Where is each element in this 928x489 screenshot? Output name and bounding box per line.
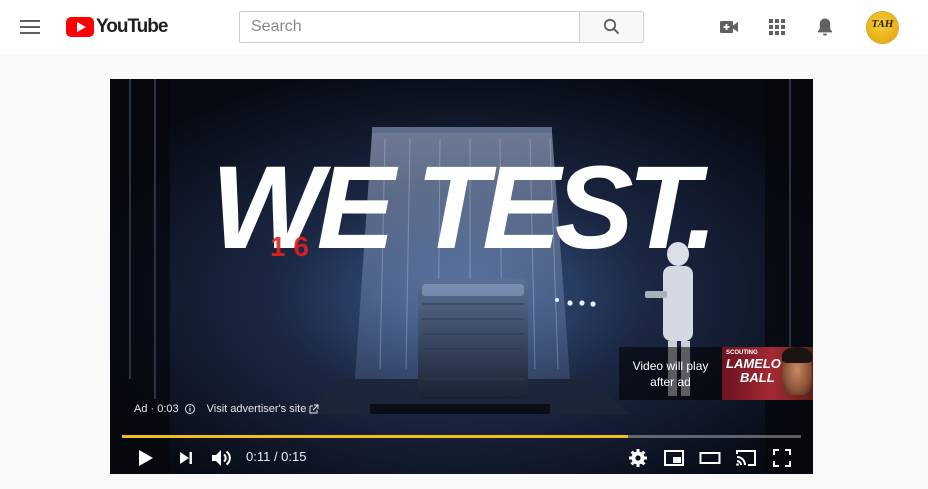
up-next-card[interactable]: Video will play after ad SCOUTING LAMELO…: [619, 347, 813, 400]
settings-icon: [629, 449, 647, 467]
play-icon: [139, 450, 153, 466]
miniplayer-icon: [664, 450, 684, 466]
up-next-text: Video will play after ad: [632, 359, 709, 389]
create-video-icon[interactable]: [717, 15, 741, 39]
notifications-bell-icon[interactable]: [813, 15, 837, 39]
progress-fill: [122, 435, 628, 438]
theater-mode-icon: [699, 452, 721, 464]
apps-grid-icon[interactable]: [765, 15, 789, 39]
search-button[interactable]: [579, 11, 644, 43]
video-player[interactable]: WE TEST. 1 6 Ad · 0:03 Visit advertiser'…: [110, 79, 813, 474]
search-input[interactable]: [240, 12, 579, 42]
visit-advertiser-link[interactable]: Visit advertiser's site: [207, 403, 321, 415]
time-display: 0:11 / 0:15: [246, 449, 307, 464]
ad-label: Ad · 0:03: [134, 403, 179, 415]
thumbnail-name-first: LAMELO: [726, 356, 781, 371]
thumbnail-player-hair: [782, 347, 812, 363]
menu-bar: [20, 26, 40, 28]
progress-bar[interactable]: [122, 435, 801, 438]
miniplayer-button[interactable]: [662, 446, 686, 470]
fullscreen-button[interactable]: [770, 446, 794, 470]
menu-bar: [20, 32, 40, 34]
masthead: YouTube TAH: [0, 0, 928, 54]
next-icon: [180, 452, 192, 464]
theater-mode-button[interactable]: [698, 446, 722, 470]
logo-text: YouTube: [96, 16, 168, 37]
info-icon[interactable]: [181, 403, 199, 415]
youtube-logo-icon: [66, 17, 94, 37]
menu-icon[interactable]: [20, 18, 40, 36]
search-icon: [603, 18, 620, 35]
cast-button[interactable]: [734, 446, 758, 470]
overlay-number: 1 6: [270, 231, 309, 262]
avatar[interactable]: TAH: [867, 12, 898, 43]
cast-icon: [736, 450, 756, 466]
up-next-thumbnail: SCOUTING LAMELO BALL: [722, 347, 813, 400]
volume-icon: [212, 450, 231, 466]
ad-headline: WE TEST.: [211, 142, 717, 274]
thumbnail-name-last: BALL: [740, 370, 775, 385]
search-box: [239, 11, 580, 43]
menu-bar: [20, 20, 40, 22]
play-button[interactable]: [133, 446, 157, 470]
settings-button[interactable]: [626, 446, 650, 470]
visit-advertiser-label: Visit advertiser's site: [206, 403, 307, 415]
external-link-icon: [309, 404, 319, 414]
next-button[interactable]: [174, 446, 198, 470]
volume-button[interactable]: [209, 446, 233, 470]
ad-info: Ad · 0:03 Visit advertiser's site: [134, 403, 320, 415]
fullscreen-icon: [773, 449, 791, 467]
avatar-text: TAH: [871, 20, 894, 30]
youtube-logo[interactable]: YouTube: [66, 16, 168, 38]
